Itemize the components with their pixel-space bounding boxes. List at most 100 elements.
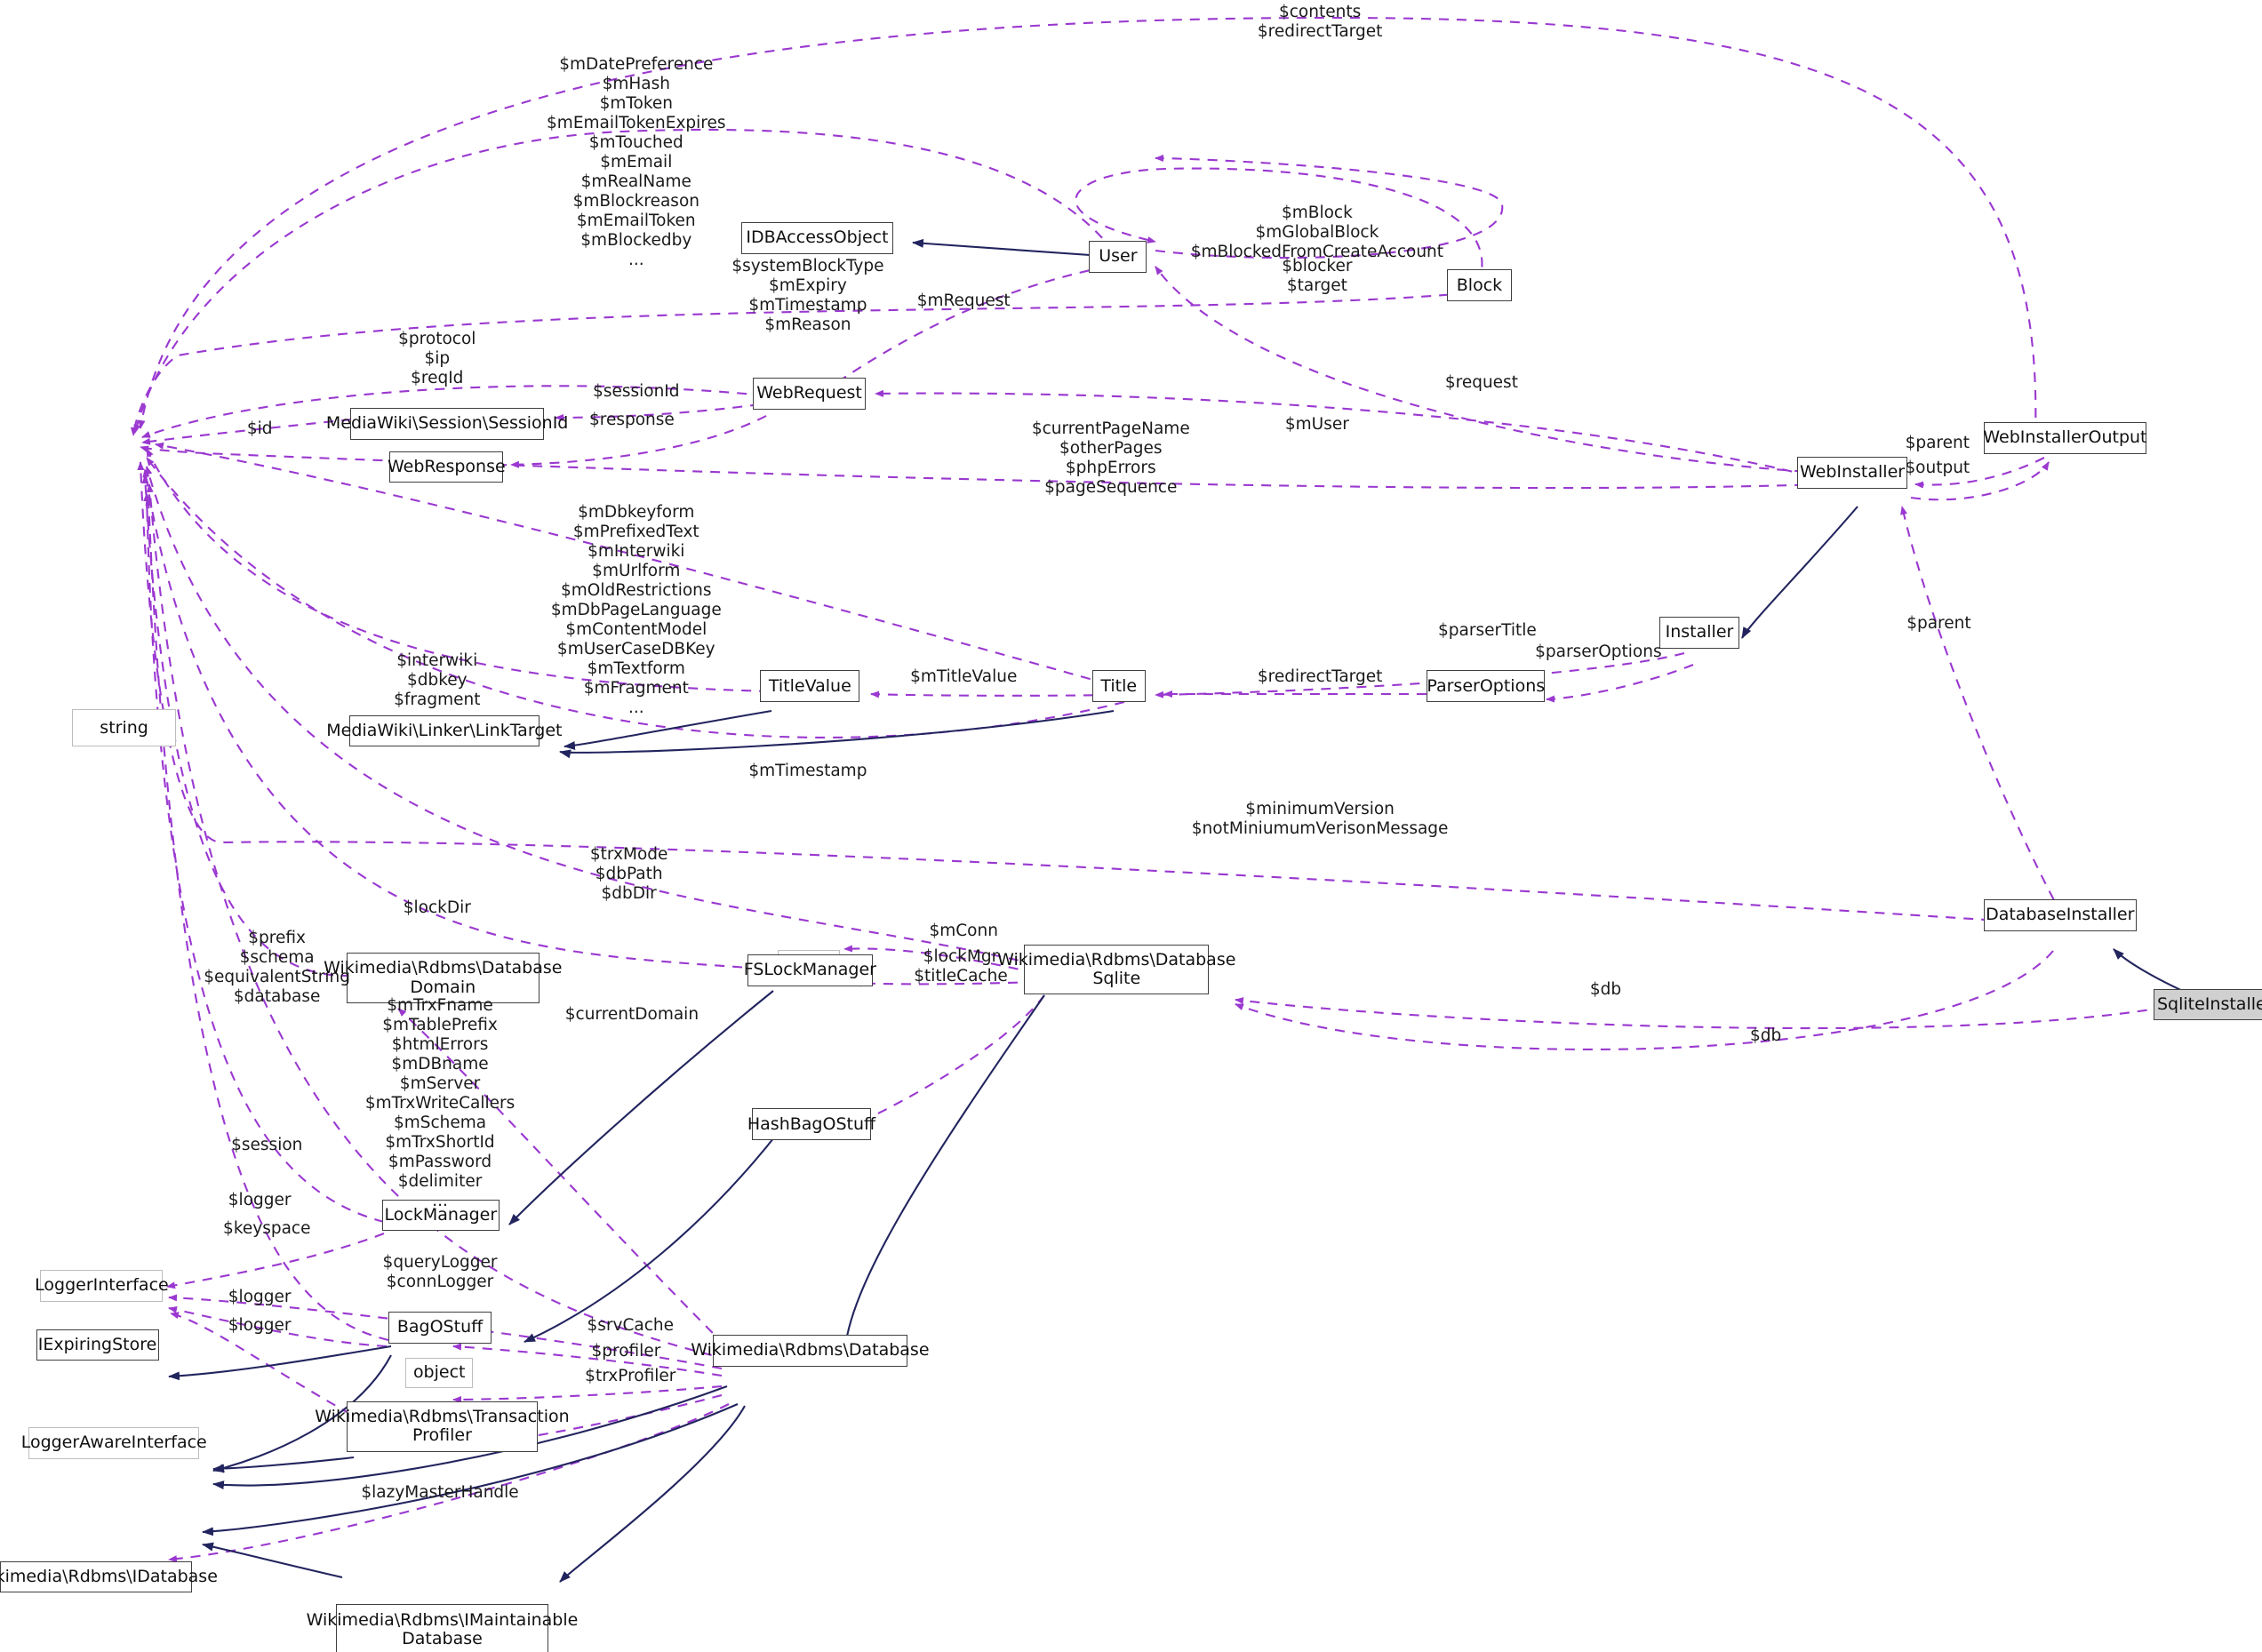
class-node-webresponse[interactable]: WebResponse	[388, 451, 506, 483]
edge-label-l-titlecache: $titleCache	[914, 967, 1008, 986]
edge-label-l-mtitlevalue: $mTitleValue	[910, 667, 1018, 687]
edge-label-l-lockmgr: $lockMgr	[923, 946, 999, 966]
class-node-label: LoggerInterface	[35, 1275, 169, 1296]
class-node-parseroptions[interactable]: ParserOptions	[1427, 670, 1546, 702]
class-node-bagostuff[interactable]: BagOStuff	[388, 1312, 492, 1344]
class-node-block[interactable]: Block	[1446, 269, 1512, 302]
edge-label-l-title-attrs: $mDbkeyform $mPrefixedText $mInterwiki $…	[550, 503, 722, 718]
class-node-label: Wikimedia\Rdbms\Database Sqlite	[997, 949, 1236, 988]
edge-label-l-block-attrs-l: $systemBlockType $mExpiry $mTimestamp $m…	[731, 256, 884, 334]
class-node-idbaccessobject[interactable]: IDBAccessObject	[741, 221, 893, 254]
class-node-label: Title	[1100, 675, 1138, 696]
class-node-titlevalue[interactable]: TitleValue	[760, 670, 860, 702]
inherit-bagostuff-iexpiringstore	[168, 1345, 392, 1381]
edge-label-l-user-attrs: $mDatePreference $mHash $mToken $mEmailT…	[547, 54, 726, 269]
usage-edge-db-bottom	[1235, 950, 2054, 1050]
usage-edge-request	[875, 389, 1827, 482]
edge-label-l-mrequest: $mRequest	[916, 291, 1011, 310]
edge-label-l-response: $response	[589, 411, 675, 430]
class-node-databasesqlite[interactable]: Wikimedia\Rdbms\Database Sqlite	[997, 944, 1235, 995]
edge-label-l-output: $output	[1905, 458, 1970, 477]
class-node-label: Wikimedia\Rdbms\Database	[691, 1340, 930, 1361]
class-node-user[interactable]: User	[1089, 240, 1147, 273]
edge-label-l-querylogger: $queryLogger $connLogger	[382, 1252, 498, 1291]
edge-label-l-db-bottom: $db	[1750, 1026, 1782, 1045]
usage-edge-mtitlevalue	[870, 690, 1112, 698]
edge-label-l-logger3: $logger	[228, 1316, 292, 1336]
class-node-database[interactable]: Wikimedia\Rdbms\Database	[691, 1335, 930, 1367]
class-node-label: Wikimedia\Rdbms\IMaintainable Database	[306, 1609, 579, 1648]
inherit-database-imaintainable	[559, 1405, 746, 1583]
class-node-object[interactable]: object	[405, 1358, 474, 1389]
edge-label-l-db-top: $db	[1589, 980, 1622, 1000]
edge-label-l-contents: $contents $redirectTarget	[1257, 3, 1383, 42]
edge-label-l-trxprofiler: $trxProfiler	[585, 1366, 676, 1385]
usage-edge-keyspace	[145, 497, 389, 1342]
inherit-imaintainable-idatabase	[202, 1542, 343, 1579]
edge-label-l-block-attrs-r: $mBlock $mGlobalBlock $mBlockedFromCreat…	[1190, 203, 1444, 261]
class-node-databaseinstaller[interactable]: DatabaseInstaller	[1983, 899, 2137, 931]
edge-label-l-lockdir: $lockDir	[403, 898, 471, 917]
collaboration-diagram-canvas: string IDBAccessObject User Block WebRequest…	[0, 0, 2262, 1652]
class-node-string[interactable]: string	[72, 709, 176, 747]
class-node-webrequest[interactable]: WebRequest	[753, 378, 866, 410]
edge-label-l-parent-di: $parent	[1906, 614, 1971, 634]
class-node-label: MediaWiki\Session\SessionId	[325, 413, 569, 434]
edge-label-l-interwiki: $interwiki $dbkey $fragment	[394, 651, 481, 710]
class-node-iexpiringstore[interactable]: IExpiringStore	[36, 1329, 159, 1361]
class-node-label: WebInstallerOutput	[1983, 427, 2147, 448]
edge-label-l-request: $request	[1444, 373, 1518, 393]
inherit-webinstaller-installer	[1741, 506, 1858, 639]
usage-edge-session	[143, 492, 385, 1224]
class-node-sessionid[interactable]: MediaWiki\Session\SessionId	[326, 408, 568, 440]
class-node-label: WebInstaller	[1799, 462, 1906, 483]
class-node-label: User	[1099, 246, 1138, 267]
class-node-label: DatabaseInstaller	[1986, 905, 2135, 925]
class-node-fslockmanager[interactable]: FSLockManager	[743, 954, 876, 986]
class-node-linktarget[interactable]: MediaWiki\Linker\LinkTarget	[326, 714, 563, 747]
class-node-label: FSLockManager	[743, 960, 876, 980]
usage-edge-logger1	[166, 1233, 385, 1289]
class-node-label: TitleValue	[768, 675, 851, 696]
class-node-sqliteinstaller[interactable]: SqliteInstaller	[2154, 988, 2262, 1021]
edge-label-l-protocol: $protocol $ip $reqId	[398, 330, 476, 388]
usage-edge-parseroptions	[1546, 664, 1694, 703]
class-node-label: ParserOptions	[1427, 675, 1546, 696]
edge-label-l-session: $session	[231, 1136, 303, 1155]
edge-label-l-sessionid: $sessionId	[593, 381, 680, 401]
class-node-idatabase[interactable]: Wikimedia\Rdbms\IDatabase	[0, 1560, 218, 1593]
class-node-webinstalleroutput[interactable]: WebInstallerOutput	[1983, 422, 2147, 454]
edge-label-l-parsertitle: $parserTitle	[1438, 621, 1537, 641]
class-node-transactionprofiler[interactable]: Wikimedia\Rdbms\Transaction Profiler	[315, 1401, 570, 1452]
edge-label-l-id: $id	[246, 419, 273, 439]
class-node-webinstaller[interactable]: WebInstaller	[1797, 457, 1907, 489]
class-node-loggerawareinterface[interactable]: LoggerAwareInterface	[21, 1426, 207, 1459]
class-node-loggerinterface[interactable]: LoggerInterface	[35, 1270, 169, 1302]
edge-label-l-parseroptions: $parserOptions	[1535, 642, 1662, 662]
class-node-label: IDBAccessObject	[746, 227, 889, 248]
class-node-title[interactable]: Title	[1091, 670, 1146, 702]
edge-label-l-profiler: $profiler	[591, 1342, 661, 1361]
inherit-hashbagostuff-bagostuff	[524, 1132, 779, 1343]
class-node-label: SqliteInstaller	[2156, 994, 2262, 1014]
class-node-label: Wikimedia\Rdbms\Transaction Profiler	[315, 1406, 570, 1446]
edge-label-l-currentpage: $currentPageName $otherPages $phpErrors …	[1031, 419, 1190, 498]
usage-edge-db-top	[1235, 997, 2183, 1030]
usage-edge-titlecache	[848, 994, 1045, 1128]
class-node-label: BagOStuff	[396, 1317, 484, 1337]
edge-label-l-lazymaster: $lazyMasterHandle	[361, 1483, 519, 1503]
edge-label-l-blocker-target: $blocker $target	[1282, 256, 1353, 295]
inherit-user-idbaccessobject	[912, 238, 1116, 259]
class-node-hashbagostuff[interactable]: HashBagOStuff	[747, 1108, 875, 1141]
class-node-imaintainabledb[interactable]: Wikimedia\Rdbms\IMaintainable Database	[307, 1604, 578, 1652]
class-node-label: WebRequest	[756, 383, 862, 403]
usage-edge-parent-di	[1900, 506, 2063, 916]
inherit-fslockmanager-lockmanager	[508, 990, 774, 1225]
class-node-label: string	[100, 717, 148, 738]
inherit-databasesqlite-database	[840, 994, 1045, 1361]
edge-label-l-prefix: $prefix $schema $equivalentString $datab…	[204, 928, 351, 1006]
edge-label-l-srvcache: $srvCache	[587, 1316, 675, 1336]
edge-label-l-logger1: $logger	[228, 1190, 292, 1209]
class-node-label: IExpiringStore	[37, 1334, 157, 1354]
class-node-installer[interactable]: Installer	[1659, 617, 1740, 649]
